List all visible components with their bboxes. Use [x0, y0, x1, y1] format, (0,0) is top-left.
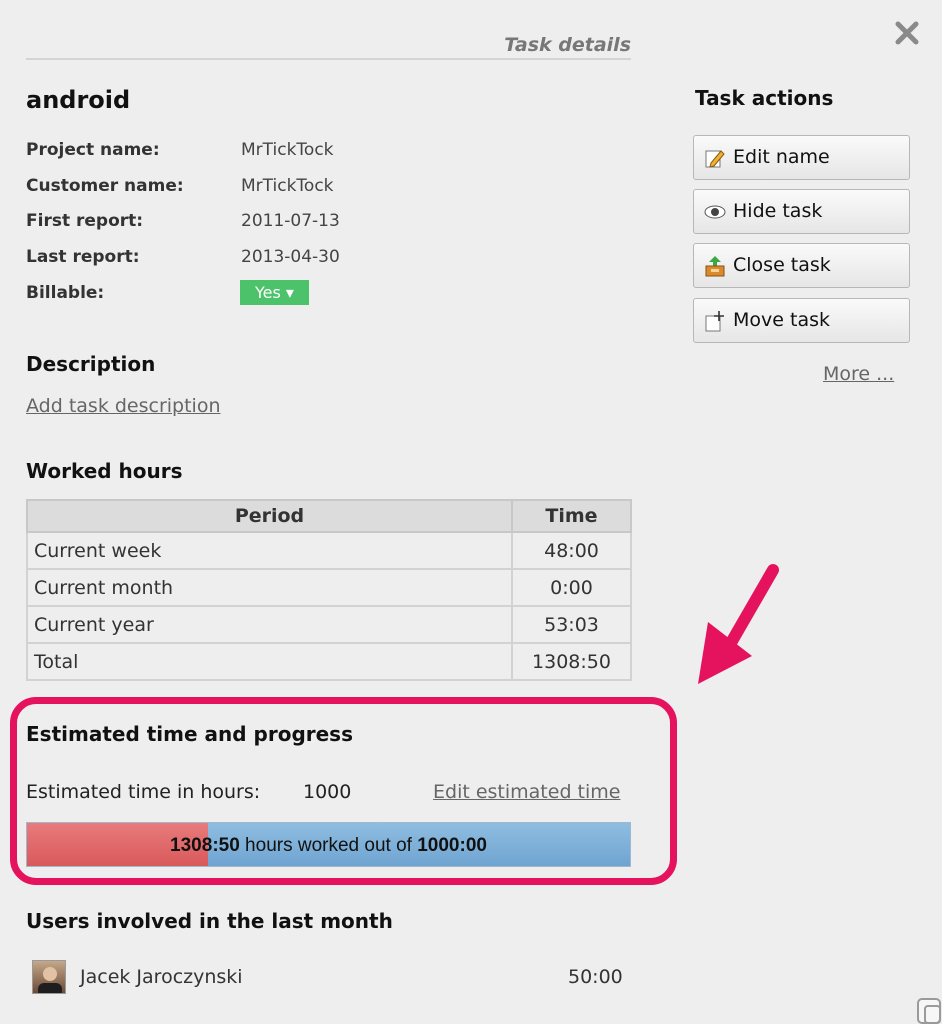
- dialog-header: Task details: [26, 30, 631, 60]
- table-header-row: Period Time: [26, 499, 632, 533]
- estimate-heading: Estimated time and progress: [26, 722, 353, 746]
- resize-grip-icon[interactable]: [915, 996, 942, 1024]
- time-cell: 1308:50: [511, 642, 632, 681]
- last-report-label: Last report:: [26, 247, 140, 267]
- eye-icon: [704, 201, 726, 223]
- billable-label: Billable:: [26, 283, 105, 303]
- first-report-label: First report:: [26, 211, 144, 231]
- worked-hours-heading: Worked hours: [26, 459, 183, 483]
- time-cell: 48:00: [511, 531, 632, 570]
- move-task-icon: [704, 310, 726, 332]
- estimate-value: 1000: [303, 781, 352, 803]
- hide-task-label: Hide task: [733, 200, 823, 222]
- description-heading: Description: [26, 352, 156, 376]
- archive-box-icon: [704, 255, 726, 277]
- table-row: Total 1308:50: [26, 642, 632, 681]
- edit-name-button[interactable]: Edit name: [693, 135, 910, 180]
- avatar: [32, 960, 66, 994]
- table-row: Current month 0:00: [26, 568, 632, 607]
- task-actions-heading: Task actions: [695, 86, 834, 110]
- hide-task-button[interactable]: Hide task: [693, 189, 910, 234]
- move-task-label: Move task: [733, 309, 830, 331]
- dialog-title: Task details: [504, 34, 631, 56]
- progress-worked: 1308:50: [170, 835, 240, 856]
- customer-name-label: Customer name:: [26, 176, 184, 196]
- task-title: android: [26, 86, 131, 114]
- period-cell: Current week: [26, 531, 513, 570]
- time-cell: 0:00: [511, 568, 632, 607]
- period-cell: Total: [26, 642, 513, 681]
- close-task-label: Close task: [733, 254, 831, 276]
- progress-middle-text: hours worked out of: [239, 835, 418, 856]
- edit-estimated-time-link[interactable]: Edit estimated time: [433, 781, 620, 803]
- progress-bar: 1308:50 hours worked out of 1000:00: [26, 822, 631, 867]
- estimate-label: Estimated time in hours:: [26, 781, 261, 803]
- first-report-value: 2011-07-13: [241, 211, 340, 231]
- table-row: Current week 48:00: [26, 531, 632, 570]
- period-column-header: Period: [26, 499, 513, 533]
- project-name-label: Project name:: [26, 140, 160, 160]
- edit-pencil-icon: [704, 147, 726, 169]
- users-heading: Users involved in the last month: [26, 909, 393, 933]
- billable-dropdown[interactable]: Yes ▾: [240, 280, 309, 305]
- annotation-arrow-icon: [698, 564, 779, 684]
- more-actions-link[interactable]: More ...: [823, 363, 894, 385]
- close-task-button[interactable]: Close task: [693, 243, 910, 288]
- progress-text: 1308:50 hours worked out of 1000:00: [27, 835, 630, 857]
- customer-name-value: MrTickTock: [241, 176, 334, 196]
- last-report-value: 2013-04-30: [241, 247, 340, 267]
- table-row: Current year 53:03: [26, 605, 632, 644]
- worked-hours-table: Period Time Current week 48:00 Current m…: [26, 499, 632, 681]
- period-cell: Current year: [26, 605, 513, 644]
- edit-name-label: Edit name: [733, 146, 830, 168]
- time-cell: 53:03: [511, 605, 632, 644]
- period-cell: Current month: [26, 568, 513, 607]
- progress-estimated: 1000:00: [417, 835, 487, 856]
- user-name: Jacek Jaroczynski: [80, 966, 243, 988]
- project-name-value: MrTickTock: [241, 140, 334, 160]
- user-time: 50:00: [568, 966, 623, 988]
- close-icon[interactable]: [892, 18, 922, 48]
- add-description-link[interactable]: Add task description: [26, 395, 221, 417]
- time-column-header: Time: [511, 499, 632, 533]
- move-task-button[interactable]: Move task: [693, 298, 910, 343]
